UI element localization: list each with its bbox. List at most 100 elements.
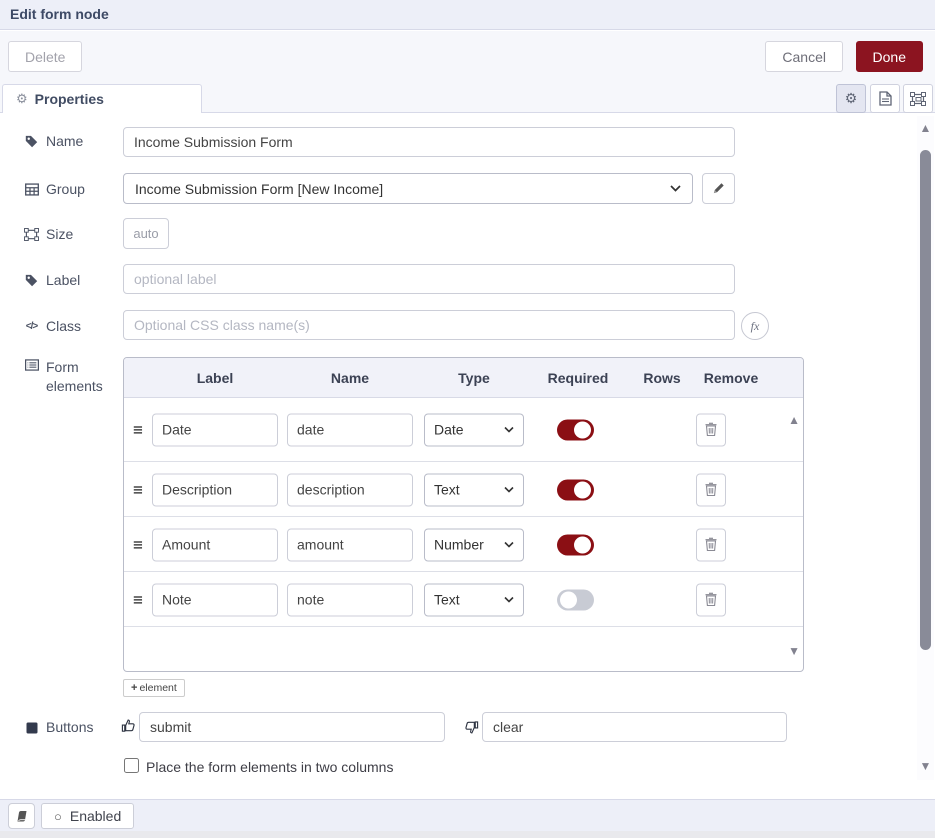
form-element-row: ≡ Number	[124, 518, 803, 572]
form-elements-table: Label Name Type Required Rows Remove ≡ D…	[123, 357, 804, 672]
required-toggle[interactable]	[557, 419, 594, 440]
enabled-circle-icon: ○	[54, 809, 62, 824]
scroll-down-icon[interactable]: ▼	[917, 760, 934, 772]
chevron-down-icon	[504, 487, 514, 493]
form-elements-table-header: Label Name Type Required Rows Remove	[124, 358, 803, 398]
required-toggle[interactable]	[557, 479, 594, 500]
tab-bar: ⚙ Properties ⚙	[0, 82, 935, 113]
column-header-label: Label	[152, 358, 278, 398]
trash-icon	[705, 538, 717, 552]
delete-element-button[interactable]	[696, 473, 726, 506]
column-header-type: Type	[424, 358, 524, 398]
dialog-footer: ○ Enabled	[0, 799, 935, 831]
node-help-button[interactable]	[8, 803, 35, 829]
delete-element-button[interactable]	[696, 413, 726, 446]
chevron-down-icon	[504, 427, 514, 433]
trash-icon	[705, 593, 717, 607]
size-field-label: Size	[24, 226, 73, 242]
description-tab-button[interactable]	[870, 84, 900, 113]
size-auto-button[interactable]: auto	[123, 218, 169, 249]
drag-handle-icon[interactable]: ≡	[133, 421, 143, 438]
column-header-required: Required	[542, 358, 614, 398]
edit-form-node-dialog: Edit form node Delete Cancel Done ⚙ Prop…	[0, 0, 935, 838]
list-alt-icon	[24, 359, 39, 371]
label-field-label: Label	[24, 272, 80, 288]
required-toggle[interactable]	[557, 589, 594, 610]
element-label-input[interactable]	[152, 413, 278, 446]
scroll-up-icon[interactable]: ▲	[917, 122, 934, 134]
group-select-value: Income Submission Form [New Income]	[135, 181, 383, 197]
label-input[interactable]	[123, 264, 735, 294]
two-columns-label[interactable]: Place the form elements in two columns	[146, 759, 393, 775]
delete-element-button[interactable]	[696, 528, 726, 561]
code-icon: </>	[24, 321, 39, 332]
node-enabled-button[interactable]: ○ Enabled	[41, 803, 134, 829]
element-label-input[interactable]	[152, 528, 278, 561]
tag-icon	[24, 274, 39, 287]
group-field-label: Group	[24, 181, 85, 197]
form-elements-field-label: Form elements	[24, 358, 110, 396]
drag-handle-icon[interactable]: ≡	[133, 481, 143, 498]
class-field-label: </> Class	[24, 318, 81, 334]
cancel-button[interactable]: Cancel	[765, 41, 843, 72]
done-button[interactable]: Done	[856, 41, 923, 72]
workspace-edge	[0, 831, 935, 838]
tab-properties-label: Properties	[35, 91, 104, 107]
element-name-input[interactable]	[287, 583, 413, 616]
dialog-title: Edit form node	[0, 0, 935, 30]
tag-icon	[24, 135, 39, 148]
two-columns-checkbox[interactable]	[124, 758, 139, 773]
element-name-input[interactable]	[287, 413, 413, 446]
column-header-name: Name	[287, 358, 413, 398]
book-icon	[15, 810, 29, 823]
element-type-select[interactable]: Date	[424, 413, 524, 446]
chevron-down-icon	[670, 185, 681, 192]
properties-tab-button[interactable]: ⚙	[836, 84, 866, 113]
size-icon	[24, 228, 39, 241]
appearance-tab-button[interactable]	[903, 84, 933, 113]
main-scrollbar[interactable]: ▲ ▼	[917, 116, 934, 780]
edit-group-button[interactable]	[702, 173, 735, 204]
delete-element-button[interactable]	[696, 583, 726, 616]
dialog-toolbar: Delete Cancel Done	[0, 31, 935, 82]
buttons-field-label: Buttons	[24, 719, 93, 735]
form-elements-table-body: ≡ Date ≡ Text	[124, 398, 803, 672]
form-element-row: ≡ Text	[124, 573, 803, 627]
clear-button-label-input[interactable]	[482, 712, 787, 742]
document-icon	[879, 91, 892, 106]
table-scroll-up-icon[interactable]: ▲	[788, 414, 800, 426]
required-toggle[interactable]	[557, 534, 594, 555]
column-header-rows: Rows	[632, 358, 692, 398]
plus-icon: +	[131, 682, 137, 694]
group-select[interactable]: Income Submission Form [New Income]	[123, 173, 693, 204]
trash-icon	[705, 483, 717, 497]
square-icon	[24, 722, 39, 734]
delete-button[interactable]: Delete	[8, 41, 82, 72]
chevron-down-icon	[504, 542, 514, 548]
submit-button-label-input[interactable]	[139, 712, 445, 742]
thumbs-up-icon	[121, 718, 137, 734]
element-name-input[interactable]	[287, 528, 413, 561]
element-type-select[interactable]: Text	[424, 583, 524, 616]
trash-icon	[705, 423, 717, 437]
gear-icon: ⚙	[845, 90, 858, 107]
tab-properties[interactable]: ⚙ Properties	[2, 84, 202, 113]
element-type-select[interactable]: Number	[424, 528, 524, 561]
class-input[interactable]	[123, 310, 735, 340]
thumbs-down-icon	[464, 720, 480, 736]
element-type-select[interactable]: Text	[424, 473, 524, 506]
form-element-row: ≡ Date	[124, 398, 803, 462]
element-label-input[interactable]	[152, 583, 278, 616]
element-name-input[interactable]	[287, 473, 413, 506]
table-scroll-down-icon[interactable]: ▼	[788, 645, 800, 657]
class-expression-button[interactable]: fx	[741, 312, 769, 340]
form-element-row: ≡ Text	[124, 463, 803, 517]
drag-handle-icon[interactable]: ≡	[133, 591, 143, 608]
name-input[interactable]	[123, 127, 735, 157]
drag-handle-icon[interactable]: ≡	[133, 536, 143, 553]
element-label-input[interactable]	[152, 473, 278, 506]
appearance-icon	[910, 92, 926, 106]
table-icon	[24, 183, 39, 196]
add-element-button[interactable]: + element	[123, 679, 185, 697]
scrollbar-thumb[interactable]	[920, 150, 931, 650]
